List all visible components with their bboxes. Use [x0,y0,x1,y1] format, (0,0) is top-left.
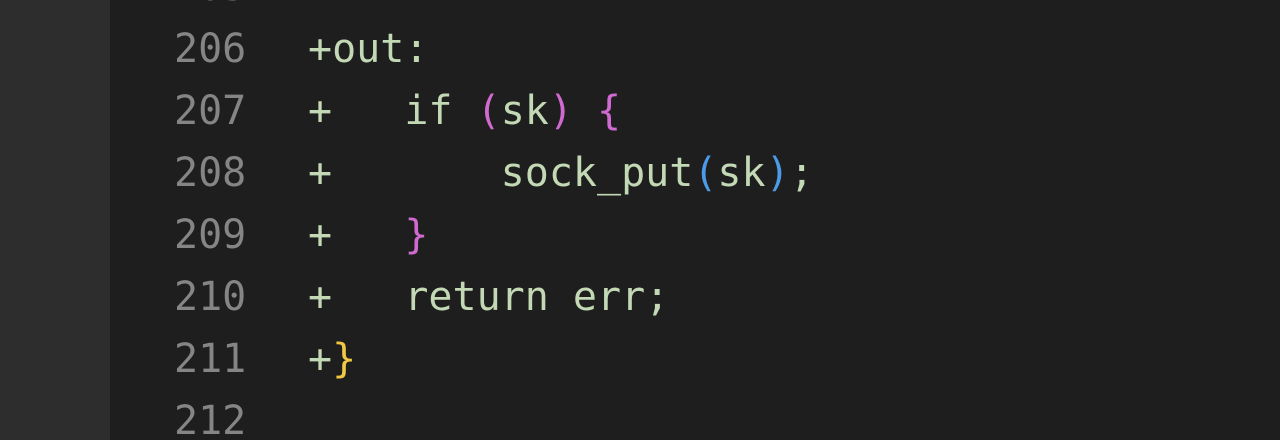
code-line[interactable]: 205+ [110,0,1280,18]
code-line[interactable]: 210 + return err; [110,266,1280,328]
code-token: err [548,274,646,320]
code-token: ( [476,88,501,134]
code-line[interactable]: 208 + sock_put(sk); [110,142,1280,204]
line-number: 206 [174,26,247,72]
code-token: if [404,88,453,134]
code-token: sk [500,88,549,134]
code-token: ; [645,274,670,320]
code-token: + [308,212,405,258]
code-text: + } [308,204,428,266]
code-token: sk [717,150,766,196]
line-number: 205 [174,0,312,18]
code-token: + [308,274,405,320]
code-line[interactable]: 211 +} [110,328,1280,390]
line-number: 212 [174,398,247,440]
line-number: 210 [174,274,247,320]
code-token: } [332,336,357,382]
line-number: 207 [174,88,247,134]
code-token: +out: [308,26,429,72]
code-line[interactable]: 206 +out: [110,18,1280,80]
code-line[interactable]: 207 + if (sk) { [110,80,1280,142]
code-token: { [597,88,622,134]
code-text: + return err; [308,266,669,328]
code-text: + if (sk) { [308,80,621,142]
code-lines: 205+206+out:207+ if (sk) {208+ sock_put(… [110,0,1280,440]
line-number: 208 [174,150,247,196]
line-number: 211 [174,336,247,382]
code-token: + [308,336,333,382]
code-editor[interactable]: 205+206+out:207+ if (sk) {208+ sock_put(… [0,0,1280,440]
code-token: + [308,88,405,134]
line-number: 209 [174,212,247,258]
code-token: ) [548,88,573,134]
code-line[interactable]: 212 [110,390,1280,440]
code-text: + sock_put(sk); [308,142,814,204]
code-text: +} [308,328,356,390]
code-token: ) [765,150,790,196]
code-text: + [308,0,332,18]
code-token: ; [789,150,814,196]
code-token: return [404,274,549,320]
code-token: } [404,212,429,258]
code-token: + [308,0,332,10]
code-text: +out: [308,18,428,80]
code-token: sock_put [500,150,694,196]
code-token: ( [693,150,718,196]
code-line[interactable]: 209 + } [110,204,1280,266]
code-token: + [308,150,501,196]
gutter-strip [0,0,110,440]
